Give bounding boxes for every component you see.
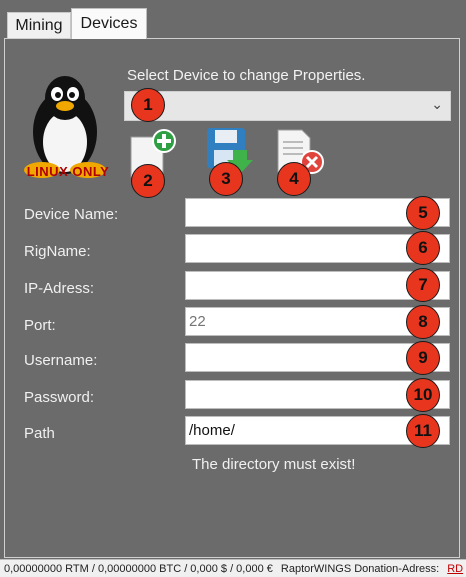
tab-devices[interactable]: Devices bbox=[71, 8, 147, 39]
badge-9: 9 bbox=[406, 341, 440, 375]
chevron-down-icon: ⌄ bbox=[431, 96, 443, 112]
badge-8: 8 bbox=[406, 305, 440, 339]
donation-address-link[interactable]: RD bbox=[447, 563, 463, 575]
balance-status: 0,00000000 RTM / 0,00000000 BTC / 0,000 … bbox=[4, 562, 273, 575]
select-device-label: Select Device to change Properties. bbox=[127, 67, 366, 84]
badge-10: 10 bbox=[406, 378, 440, 412]
linux-only-label: LINUX ONLY bbox=[26, 164, 110, 179]
status-bar: 0,00000000 RTM / 0,00000000 BTC / 0,000 … bbox=[0, 559, 466, 577]
donation-label: RaptorWINGS Donation-Adress: bbox=[280, 562, 440, 575]
password-label: Password: bbox=[24, 389, 95, 406]
path-label: Path bbox=[24, 425, 55, 442]
device-select[interactable]: ⌄ bbox=[124, 91, 451, 121]
badge-3: 3 bbox=[209, 162, 243, 196]
port-label: Port: bbox=[24, 317, 56, 334]
tab-mining[interactable]: Mining bbox=[7, 12, 71, 38]
device-name-label: Device Name: bbox=[24, 206, 119, 223]
badge-5: 5 bbox=[406, 196, 440, 230]
rig-name-label: RigName: bbox=[24, 243, 91, 260]
badge-6: 6 bbox=[406, 231, 440, 265]
badge-2: 2 bbox=[131, 164, 165, 198]
badge-11: 11 bbox=[406, 414, 440, 448]
badge-4: 4 bbox=[277, 162, 311, 196]
directory-hint: The directory must exist! bbox=[192, 456, 356, 473]
tab-strip: Mining Devices bbox=[0, 0, 466, 40]
badge-7: 7 bbox=[406, 268, 440, 302]
ip-address-label: IP-Adress: bbox=[24, 280, 95, 297]
username-label: Username: bbox=[24, 352, 98, 369]
badge-1: 1 bbox=[131, 88, 165, 122]
